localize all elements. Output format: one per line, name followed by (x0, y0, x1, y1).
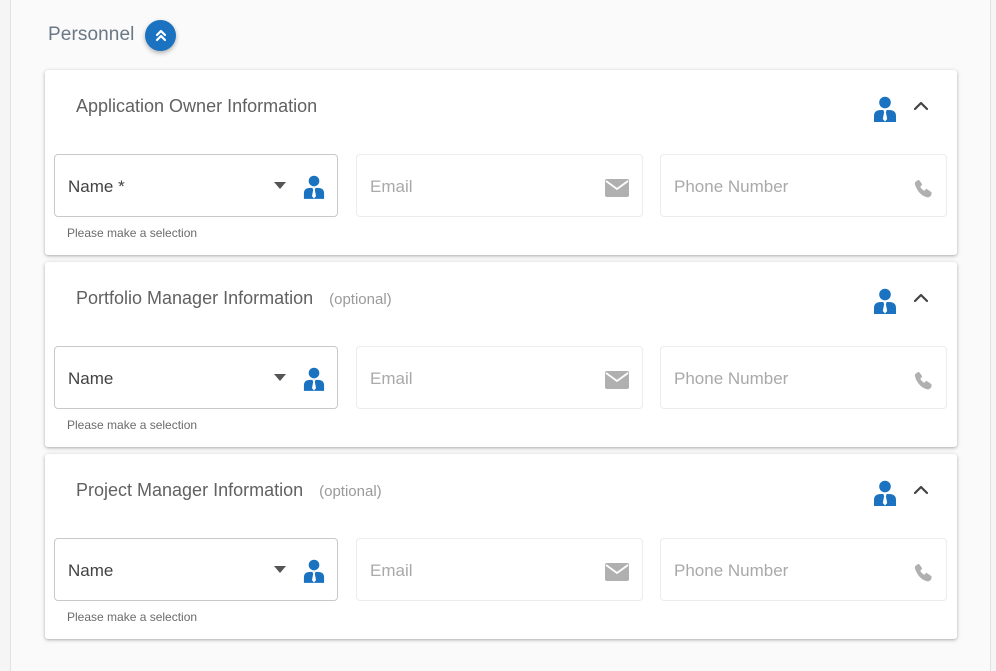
email-field[interactable]: Email (356, 154, 643, 217)
envelope-icon (605, 179, 629, 197)
name-label: Name * (68, 177, 125, 196)
optional-label: (optional) (329, 291, 392, 308)
phone-field[interactable]: Phone Number (660, 154, 947, 217)
email-field[interactable]: Email (356, 538, 643, 601)
helper-text: Please make a selection (67, 226, 198, 240)
phone-label: Phone Number (674, 561, 789, 580)
card-header: Portfolio Manager Information (optional) (76, 288, 392, 309)
person-tie-icon[interactable] (873, 480, 897, 506)
section-header: Personnel (48, 19, 177, 51)
dropdown-arrow-icon[interactable] (274, 566, 286, 574)
project-manager-card: Project Manager Information (optional) N… (45, 454, 957, 639)
dropdown-arrow-icon[interactable] (274, 182, 286, 190)
name-select[interactable]: Name (54, 346, 338, 409)
chevron-up-icon[interactable] (911, 480, 931, 500)
dropdown-arrow-icon[interactable] (274, 374, 286, 382)
card-title: Project Manager Information (76, 480, 304, 500)
optional-label: (optional) (319, 483, 382, 500)
name-select[interactable]: Name (54, 538, 338, 601)
person-tie-icon[interactable] (873, 96, 897, 122)
phone-field[interactable]: Phone Number (660, 538, 947, 601)
phone-icon (914, 371, 932, 390)
portfolio-manager-card: Portfolio Manager Information (optional)… (45, 262, 957, 447)
application-owner-card: Application Owner Information Name * Ema… (45, 70, 957, 255)
chevron-up-icon[interactable] (911, 288, 931, 308)
person-tie-icon[interactable] (303, 367, 325, 391)
name-label: Name (68, 561, 114, 580)
card-header: Project Manager Information (optional) (76, 480, 382, 501)
email-label: Email (370, 561, 413, 580)
phone-icon (914, 179, 932, 198)
card-title: Portfolio Manager Information (76, 288, 314, 308)
double-chevron-up-icon (155, 29, 167, 42)
envelope-icon (605, 371, 629, 389)
collapse-section-button[interactable] (145, 19, 177, 51)
phone-label: Phone Number (674, 369, 789, 388)
person-tie-icon[interactable] (303, 559, 325, 583)
envelope-icon (605, 563, 629, 581)
email-label: Email (370, 369, 413, 388)
person-tie-icon[interactable] (303, 175, 325, 199)
helper-text: Please make a selection (67, 610, 198, 624)
helper-text: Please make a selection (67, 418, 198, 432)
phone-icon (914, 563, 932, 582)
name-label: Name (68, 369, 114, 388)
name-select[interactable]: Name * (54, 154, 338, 217)
personnel-panel: Personnel Application Owner Information … (10, 0, 991, 671)
phone-field[interactable]: Phone Number (660, 346, 947, 409)
card-header: Application Owner Information (76, 96, 333, 117)
email-field[interactable]: Email (356, 346, 643, 409)
card-title: Application Owner Information (76, 96, 318, 116)
phone-label: Phone Number (674, 177, 789, 196)
email-label: Email (370, 177, 413, 196)
person-tie-icon[interactable] (873, 288, 897, 314)
section-title: Personnel (48, 24, 135, 45)
chevron-up-icon[interactable] (911, 96, 931, 116)
